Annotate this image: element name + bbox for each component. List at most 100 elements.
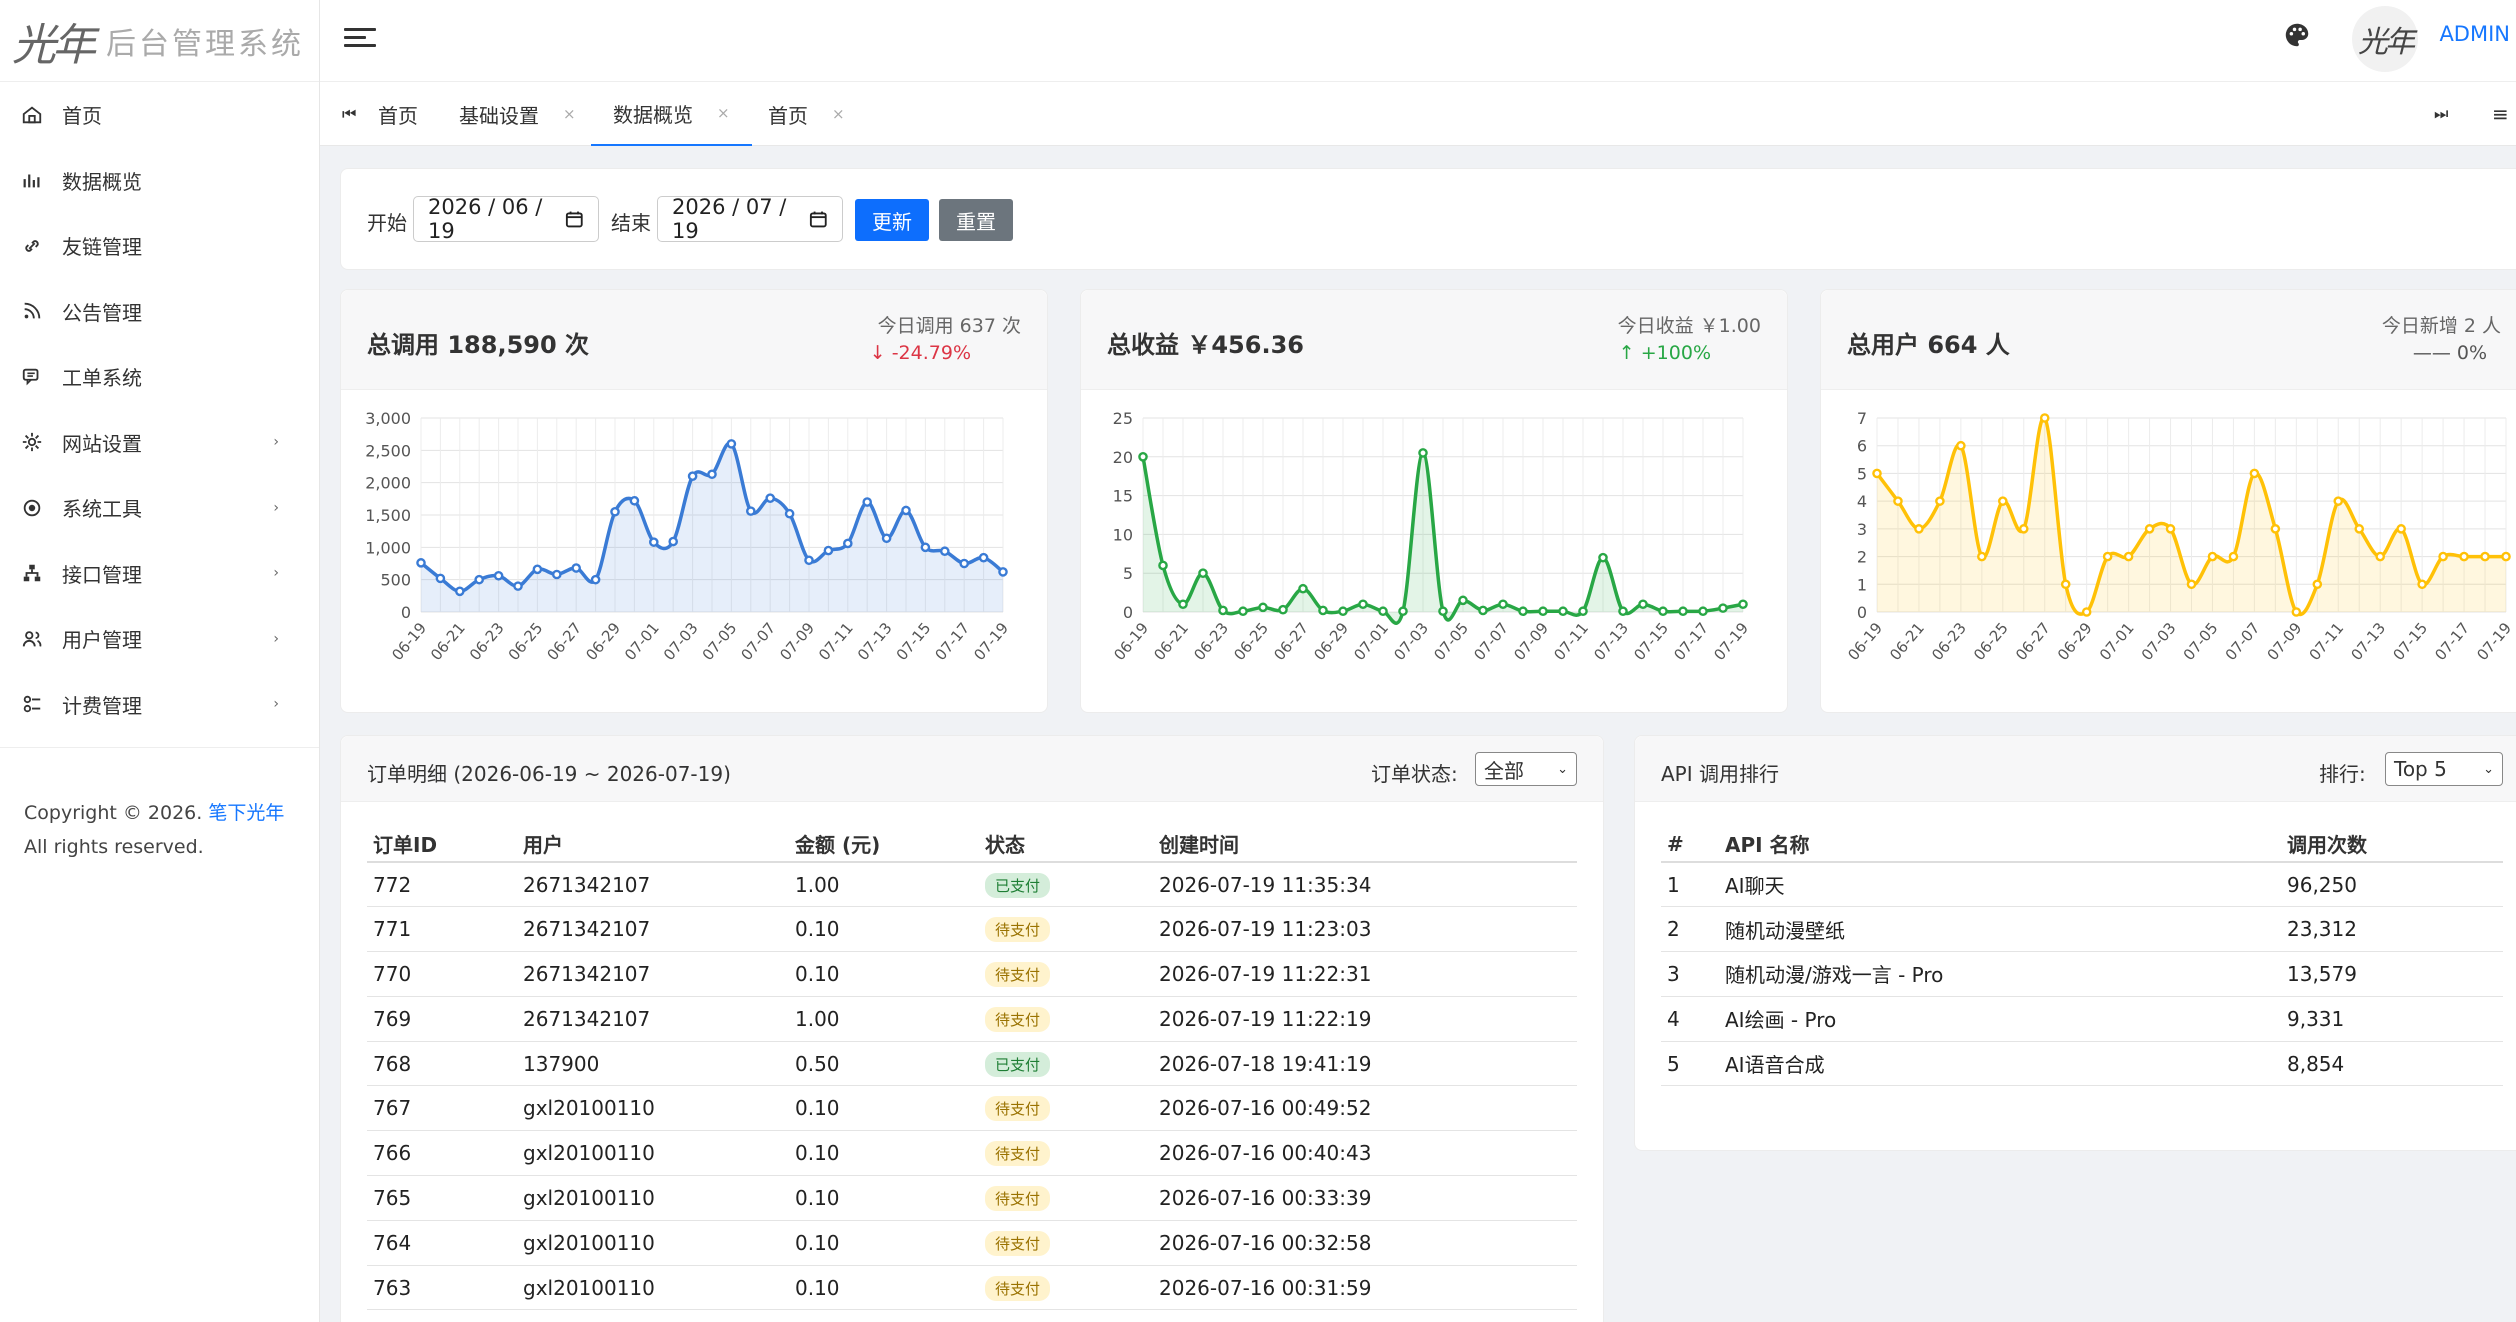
data-point[interactable] [687, 471, 698, 481]
sidebar-item-2[interactable]: 友链管理 [0, 213, 319, 279]
column-header[interactable]: API 名称 [1719, 812, 2281, 863]
order-status-select[interactable]: 全部 ⌄ [1475, 752, 1577, 786]
data-point[interactable] [513, 581, 523, 591]
data-point[interactable] [629, 495, 640, 506]
data-point[interactable] [881, 533, 892, 544]
data-point[interactable] [1578, 606, 1588, 617]
data-point[interactable] [1893, 496, 1903, 506]
data-point[interactable] [2354, 524, 2365, 534]
data-point[interactable] [2396, 524, 2406, 534]
table-row[interactable]: 768 137900 0.50 已支付 2026-07-18 19:41:19 [367, 1041, 1577, 1087]
data-point[interactable] [648, 537, 659, 547]
data-point[interactable] [1438, 606, 1448, 617]
sidebar-item-7[interactable]: 接口管理 › [0, 541, 319, 607]
table-row[interactable]: 766 gxl20100110 0.10 待支付 2026-07-16 00:4… [367, 1130, 1577, 1177]
table-row[interactable]: 1 AI聊天 96,250 [1661, 862, 2503, 908]
data-point[interactable] [1638, 599, 1648, 610]
close-icon[interactable]: × [563, 105, 576, 123]
sidebar-item-1[interactable]: 数据概览 [0, 148, 319, 214]
data-point[interactable] [1558, 606, 1568, 617]
data-point[interactable] [2186, 579, 2197, 590]
data-point[interactable] [1997, 496, 2008, 506]
data-point[interactable] [571, 563, 581, 573]
start-date-input[interactable]: 2026 / 06 / 19 [413, 195, 599, 243]
data-point[interactable] [978, 552, 989, 563]
data-point[interactable] [1678, 606, 1688, 617]
data-point[interactable] [2417, 579, 2427, 590]
data-point[interactable] [765, 493, 776, 503]
column-header[interactable]: 调用次数 [2281, 812, 2503, 863]
data-point[interactable] [2018, 524, 2029, 534]
data-point[interactable] [1378, 606, 1388, 617]
table-row[interactable]: 767 gxl20100110 0.10 待支付 2026-07-16 00:4… [367, 1085, 1577, 1132]
data-point[interactable] [2375, 551, 2386, 562]
table-row[interactable]: 772 2671342107 1.00 已支付 2026-07-19 11:35… [367, 862, 1577, 908]
data-point[interactable] [1418, 448, 1428, 458]
table-row[interactable]: 771 2671342107 0.10 待支付 2026-07-19 11:23… [367, 906, 1577, 953]
data-point[interactable] [1158, 560, 1168, 571]
data-point[interactable] [862, 497, 873, 507]
data-point[interactable] [1872, 468, 1882, 479]
data-point[interactable] [2039, 413, 2050, 423]
data-point[interactable] [1318, 605, 1328, 616]
table-row[interactable]: 764 gxl20100110 0.10 待支付 2026-07-16 00:3… [367, 1220, 1577, 1266]
sidebar-item-4[interactable]: 工单系统 [0, 344, 319, 410]
data-point[interactable] [823, 545, 834, 556]
data-point[interactable] [726, 439, 737, 449]
data-point[interactable] [435, 573, 446, 584]
data-point[interactable] [1538, 606, 1548, 617]
sidebar-item-6[interactable]: 系统工具 › [0, 475, 319, 541]
data-point[interactable] [2123, 551, 2134, 562]
data-point[interactable] [474, 574, 484, 585]
copyright-link[interactable]: 笔下光年 [208, 802, 284, 824]
data-point[interactable] [532, 564, 543, 575]
data-point[interactable] [2459, 551, 2469, 562]
data-point[interactable] [1658, 606, 1668, 617]
data-point[interactable] [2501, 551, 2511, 562]
tab-3[interactable]: 首页 × [746, 82, 867, 146]
column-header[interactable]: 创建时间 [1153, 812, 1577, 863]
table-row[interactable]: 763 gxl20100110 0.10 待支付 2026-07-16 00:3… [367, 1265, 1577, 1311]
data-point[interactable] [1956, 440, 1966, 451]
menu-toggle-icon[interactable] [344, 23, 376, 55]
tabs-last-icon[interactable]: ⏭ [2434, 104, 2448, 124]
column-header[interactable]: 用户 [517, 812, 789, 863]
close-icon[interactable]: × [717, 104, 730, 122]
data-point[interactable] [2438, 551, 2448, 562]
tab-2[interactable]: 数据概览 × [591, 82, 752, 146]
data-point[interactable] [804, 555, 814, 566]
data-point[interactable] [940, 546, 950, 557]
data-point[interactable] [1518, 606, 1528, 617]
table-row[interactable]: 3 随机动漫/游戏一言 - Pro 13,579 [1661, 951, 2503, 997]
data-point[interactable] [1198, 568, 1208, 578]
data-point[interactable] [2249, 468, 2260, 479]
data-point[interactable] [2312, 579, 2323, 590]
update-button[interactable]: 更新 [855, 199, 929, 241]
sidebar-item-9[interactable]: 计费管理 › [0, 672, 319, 738]
data-point[interactable] [2102, 551, 2113, 562]
data-point[interactable] [1718, 603, 1728, 613]
table-row[interactable]: 769 2671342107 1.00 待支付 2026-07-19 11:22… [367, 996, 1577, 1042]
data-point[interactable] [1618, 606, 1628, 617]
data-point[interactable] [1598, 552, 1608, 563]
data-point[interactable] [920, 542, 931, 553]
data-point[interactable] [1977, 551, 1987, 562]
sidebar-item-3[interactable]: 公告管理 [0, 279, 319, 345]
sidebar-item-8[interactable]: 用户管理 › [0, 606, 319, 672]
tabs-menu-icon[interactable]: ≡ [2492, 102, 2509, 126]
data-point[interactable] [2060, 579, 2071, 590]
data-point[interactable] [1218, 605, 1228, 616]
table-row[interactable]: 5 AI语音合成 8,854 [1661, 1041, 2503, 1087]
data-point[interactable] [784, 508, 795, 519]
tabs-first-icon[interactable]: ⏮ [342, 104, 356, 124]
data-point[interactable] [1458, 595, 1468, 606]
data-point[interactable] [1914, 524, 1924, 534]
data-point[interactable] [551, 569, 562, 580]
data-point[interactable] [2144, 524, 2155, 534]
data-point[interactable] [2165, 524, 2176, 534]
tab-1[interactable]: 基础设置 × [437, 82, 598, 146]
calendar-icon[interactable] [565, 209, 584, 229]
data-point[interactable] [901, 505, 911, 516]
data-point[interactable] [1935, 496, 1945, 506]
data-point[interactable] [493, 570, 504, 581]
